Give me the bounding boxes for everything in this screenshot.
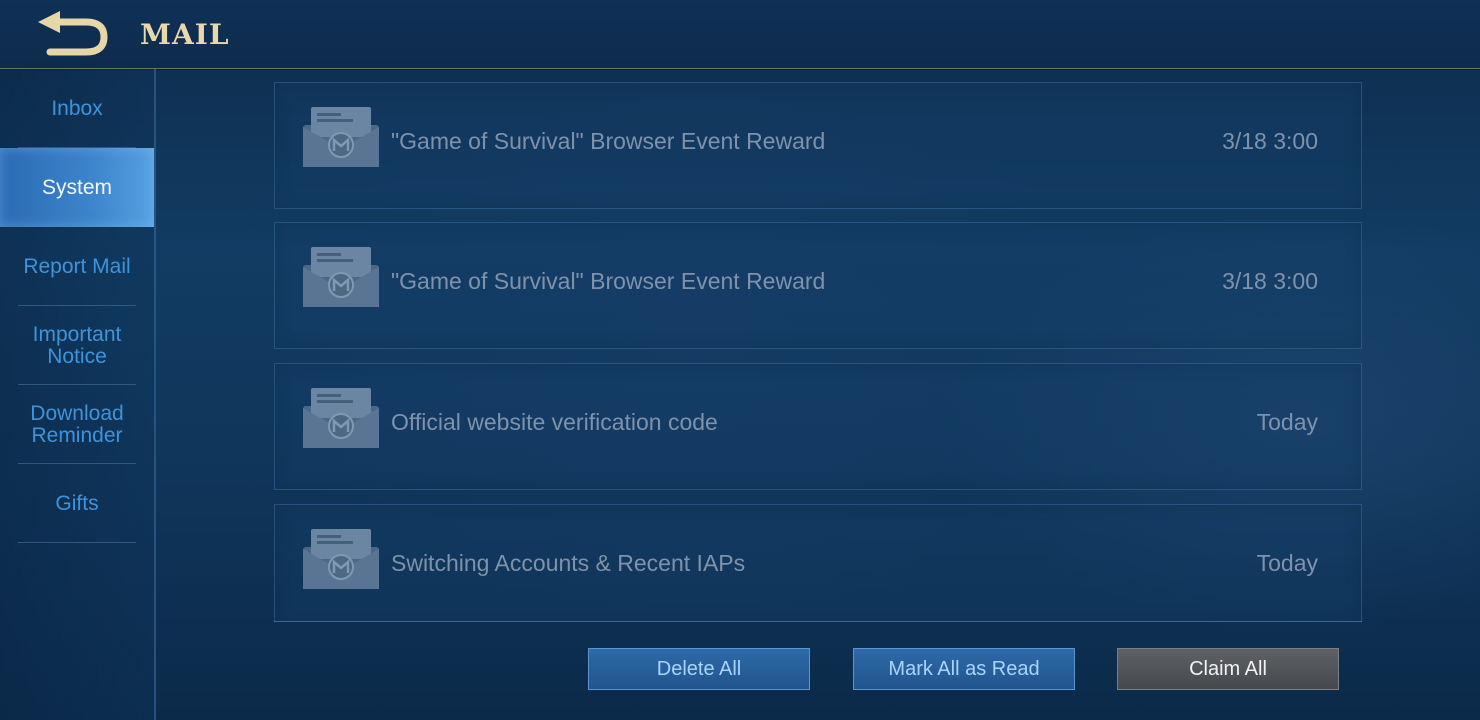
mail-screen: MAIL Inbox System Report Mail Important … xyxy=(0,0,1480,720)
sidebar-item-gifts[interactable]: Gifts xyxy=(0,464,154,543)
claim-all-button[interactable]: Claim All xyxy=(1117,648,1339,690)
sidebar-item-label: Report Mail xyxy=(23,254,131,278)
sidebar-item-label: System xyxy=(41,175,112,199)
mail-envelope-icon xyxy=(303,107,379,167)
mail-subject: "Game of Survival" Browser Event Reward xyxy=(391,128,826,154)
divider xyxy=(18,542,136,543)
sidebar-item-download-reminder[interactable]: Download Reminder xyxy=(0,385,154,464)
sidebar-item-label: Important Notice xyxy=(32,322,122,368)
mail-date: Today xyxy=(1256,409,1318,435)
mail-item[interactable]: Official website verification code Today xyxy=(274,363,1362,490)
mail-item[interactable]: Switching Accounts & Recent IAPs Today xyxy=(274,504,1362,622)
mail-category-sidebar: Inbox System Report Mail Important Notic… xyxy=(0,69,156,720)
mail-envelope-icon xyxy=(303,247,379,307)
mail-envelope-icon xyxy=(303,388,379,448)
header-bar: MAIL xyxy=(0,0,1480,69)
sidebar-item-label: Download Reminder xyxy=(30,401,124,447)
mail-list: "Game of Survival" Browser Event Reward … xyxy=(274,82,1362,622)
sidebar-item-label: Gifts xyxy=(55,491,99,515)
page-title: MAIL xyxy=(140,18,230,51)
mail-date: 3/18 3:00 xyxy=(1222,128,1318,154)
mail-date: 3/18 3:00 xyxy=(1222,268,1318,294)
mail-item[interactable]: "Game of Survival" Browser Event Reward … xyxy=(274,222,1362,349)
mail-subject: "Game of Survival" Browser Event Reward xyxy=(391,268,826,294)
sidebar-item-important-notice[interactable]: Important Notice xyxy=(0,306,154,385)
sidebar-item-system[interactable]: System xyxy=(0,148,154,227)
sidebar-item-inbox[interactable]: Inbox xyxy=(0,69,154,148)
list-bottom-divider xyxy=(274,621,1362,622)
mail-subject: Official website verification code xyxy=(391,409,718,435)
mail-date: Today xyxy=(1256,550,1318,576)
mark-all-read-button[interactable]: Mark All as Read xyxy=(853,648,1075,690)
sidebar-item-report-mail[interactable]: Report Mail xyxy=(0,227,154,306)
mail-subject: Switching Accounts & Recent IAPs xyxy=(391,550,746,576)
delete-all-button[interactable]: Delete All xyxy=(588,648,810,690)
mail-envelope-icon xyxy=(303,529,379,589)
back-arrow-icon xyxy=(38,11,108,56)
sidebar-item-label: Inbox xyxy=(51,96,103,120)
mail-item[interactable]: "Game of Survival" Browser Event Reward … xyxy=(274,82,1362,209)
back-button[interactable] xyxy=(30,8,114,58)
